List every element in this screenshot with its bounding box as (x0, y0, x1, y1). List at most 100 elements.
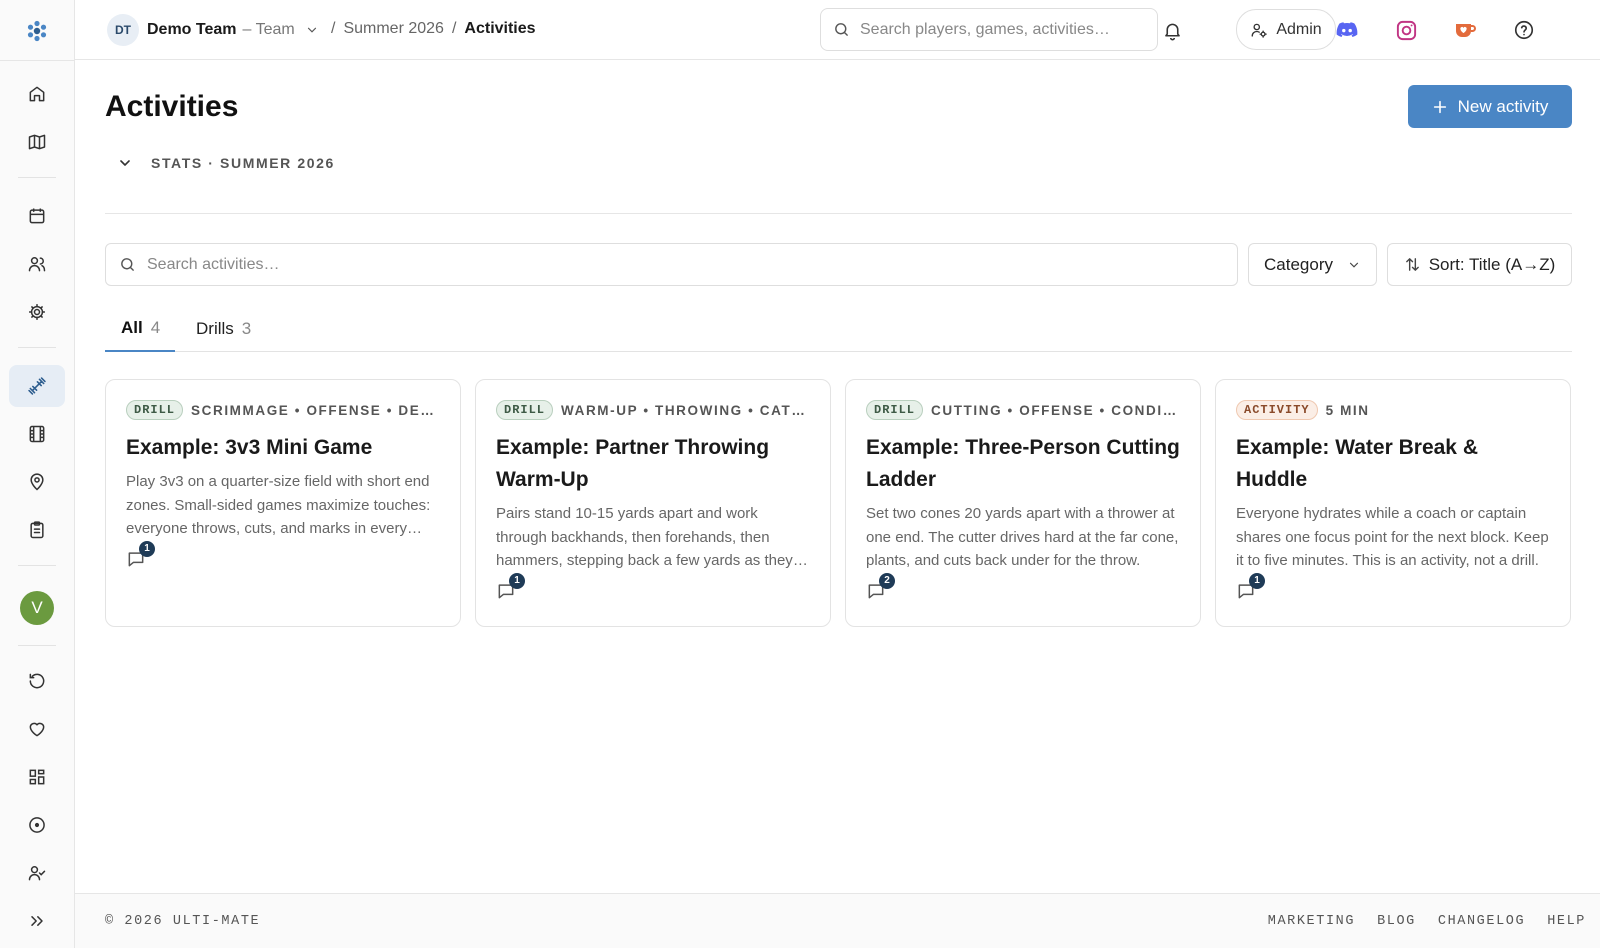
team-name: Demo Team (147, 21, 237, 38)
instagram-link[interactable] (1392, 16, 1420, 44)
gear-icon (29, 304, 45, 320)
app-logo-icon[interactable] (24, 18, 50, 44)
page-title: Activities (105, 90, 239, 123)
layout-grid-icon (29, 769, 45, 785)
map-icon (28, 134, 46, 150)
sort-button[interactable]: Sort: Title (A→Z) (1387, 243, 1572, 286)
new-activity-label: New activity (1457, 96, 1549, 116)
discord-icon (1336, 22, 1358, 37)
copyright: © 2026 ULTI-MATE (105, 914, 261, 929)
footer-link-help[interactable]: HELP (1547, 914, 1586, 929)
sidebar-item-activities[interactable] (9, 365, 65, 407)
category-filter[interactable]: Category (1248, 243, 1377, 286)
kofi-link[interactable] (1451, 16, 1479, 44)
sidebar-divider (18, 565, 56, 566)
home-icon (29, 86, 45, 102)
sidebar-item-plans[interactable] (9, 509, 65, 551)
help-button[interactable] (1510, 16, 1538, 44)
category-label: Category (1264, 254, 1333, 274)
sidebar-item-calendar[interactable] (9, 195, 65, 237)
card-title: Example: Water Break & Huddle (1236, 436, 1478, 491)
sidebar-item-settings[interactable] (9, 291, 65, 333)
card-meta: DRILL CUTTING • OFFENSE • CONDITIONING (866, 400, 1180, 420)
activity-tabs: All 4 Drills 3 (105, 305, 1572, 352)
comments-button[interactable]: 2 (866, 572, 896, 603)
tab-all[interactable]: All 4 (105, 305, 175, 352)
tab-count: 3 (241, 318, 252, 338)
sidebar-divider (18, 177, 56, 178)
sidebar-item-locations[interactable] (9, 461, 65, 503)
comment-count: 1 (139, 540, 155, 557)
activity-search[interactable] (105, 243, 1238, 286)
breadcrumb-season[interactable]: Summer 2026 (343, 20, 444, 38)
card-title: Example: 3v3 Mini Game (126, 436, 373, 459)
admin-button[interactable]: Admin (1236, 9, 1336, 50)
sidebar-divider (18, 347, 56, 348)
footer-link-marketing[interactable]: MARKETING (1268, 914, 1355, 929)
comments-button[interactable]: 1 (126, 540, 156, 571)
card-meta: DRILL WARM-UP • THROWING • CATCHING (496, 400, 810, 420)
team-avatar: DT (107, 14, 139, 46)
sidebar-item-disc[interactable] (9, 804, 65, 846)
card-title: Example: Three-Person Cutting Ladder (866, 436, 1180, 491)
sidebar-item-attendance[interactable] (9, 852, 65, 894)
top-bar: DT Demo Team – Team / Summer 2026 / Acti… (75, 0, 1600, 60)
help-circle-icon (1514, 20, 1534, 40)
sidebar-item-favorites[interactable] (9, 708, 65, 750)
section-divider (105, 213, 1572, 214)
activity-card[interactable]: ACTIVITY 5 MIN Example: Water Break & Hu… (1215, 379, 1571, 627)
chevron-down-icon (1347, 258, 1361, 272)
sidebar: V (0, 0, 75, 948)
category-badge: ACTIVITY (1236, 400, 1318, 420)
user-check-icon (28, 866, 46, 881)
card-description: Play 3v3 on a quarter-size field with sh… (126, 473, 431, 537)
footer-link-blog[interactable]: BLOG (1377, 914, 1416, 929)
card-tags: CUTTING • OFFENSE • CONDITIONING (931, 402, 1180, 418)
heart-icon (29, 722, 45, 737)
sidebar-item-history[interactable] (9, 660, 65, 702)
team-kind: – Team (242, 21, 295, 38)
coffee-cup-icon (1456, 24, 1476, 37)
chevrons-right-icon (31, 916, 43, 926)
activity-search-input[interactable] (147, 255, 1207, 274)
sort-arrows-icon (1404, 256, 1421, 273)
admin-label: Admin (1276, 20, 1322, 38)
team-switcher[interactable]: DT Demo Team – Team (107, 13, 319, 47)
card-meta: DRILL SCRIMMAGE • OFFENSE • DEFENSE (126, 400, 440, 420)
breadcrumb: / Summer 2026 / Activities (331, 20, 536, 38)
global-search-input[interactable] (860, 20, 1140, 39)
sidebar-expand-button[interactable] (9, 900, 65, 942)
comment-count: 1 (509, 572, 525, 589)
activity-card[interactable]: DRILL CUTTING • OFFENSE • CONDITIONING E… (845, 379, 1201, 627)
sidebar-header-divider (0, 60, 75, 61)
dumbbell-icon (28, 377, 46, 395)
sidebar-divider (18, 645, 56, 646)
discord-link[interactable] (1333, 16, 1361, 44)
sidebar-item-dashboard[interactable] (9, 756, 65, 798)
new-activity-button[interactable]: New activity (1408, 85, 1572, 128)
notifications-button[interactable] (1158, 16, 1186, 44)
activity-card[interactable]: DRILL SCRIMMAGE • OFFENSE • DEFENSE Exam… (105, 379, 461, 627)
activity-card[interactable]: DRILL WARM-UP • THROWING • CATCHING Exam… (475, 379, 831, 627)
tab-drills[interactable]: Drills 3 (196, 305, 251, 352)
plus-icon (1432, 99, 1448, 115)
user-cog-icon (1250, 21, 1268, 39)
sidebar-item-film[interactable] (9, 413, 65, 455)
activity-cards: DRILL SCRIMMAGE • OFFENSE • DEFENSE Exam… (105, 379, 1572, 627)
comments-button[interactable]: 1 (496, 572, 526, 603)
user-avatar[interactable]: V (20, 591, 54, 625)
card-description: Pairs stand 10-15 yards apart and work t… (496, 505, 793, 569)
search-icon (119, 256, 136, 273)
footer-link-changelog[interactable]: CHANGELOG (1438, 914, 1525, 929)
clipboard-icon (30, 521, 44, 539)
sidebar-item-playbook[interactable] (9, 121, 65, 163)
sidebar-item-players[interactable] (9, 243, 65, 285)
stats-toggle[interactable]: STATS · SUMMER 2026 (117, 155, 335, 171)
global-search[interactable] (820, 8, 1158, 51)
tab-label: Drills (196, 318, 234, 338)
card-tags: SCRIMMAGE • OFFENSE • DEFENSE (191, 402, 440, 418)
sidebar-item-home[interactable] (9, 73, 65, 115)
comments-button[interactable]: 1 (1236, 572, 1266, 603)
category-badge: DRILL (866, 400, 924, 420)
bell-icon (1164, 23, 1180, 40)
